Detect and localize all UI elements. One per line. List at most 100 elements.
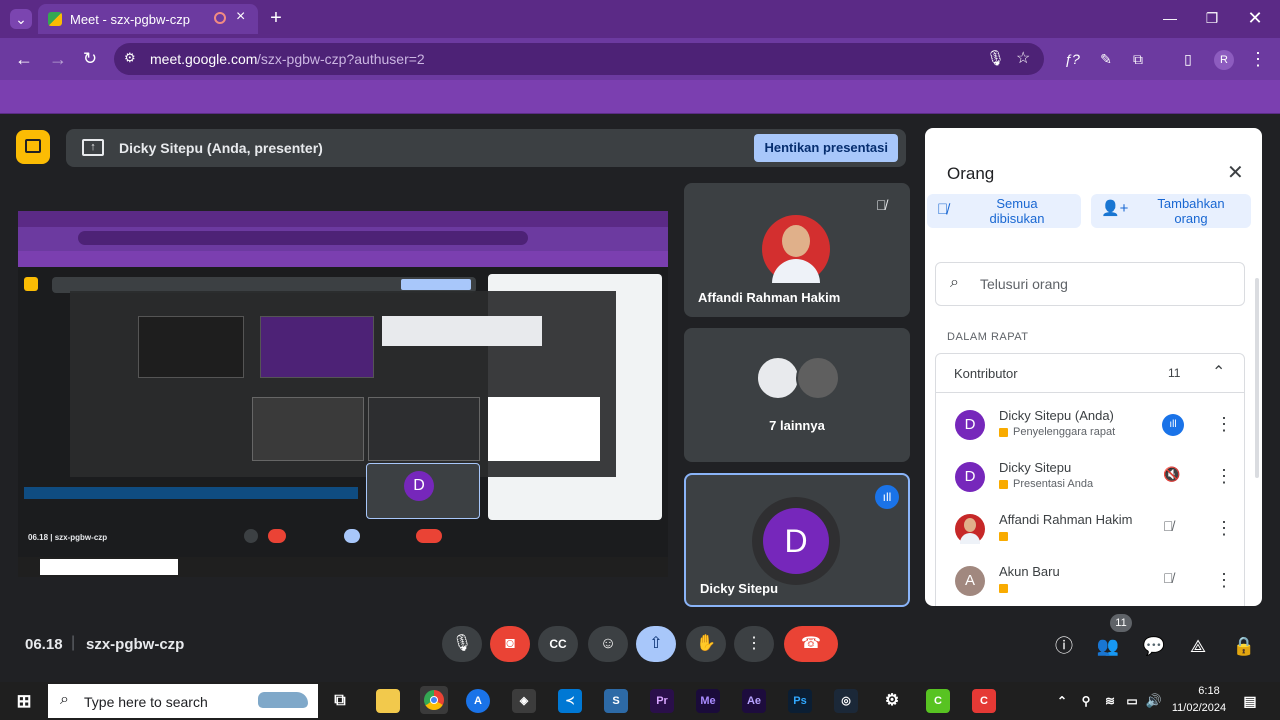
participant-role: Penyelenggara rapat [1013, 426, 1116, 438]
file-explorer-icon[interactable] [376, 689, 400, 713]
presenter-label: Dicky Sitepu (Anda, presenter) [119, 140, 323, 156]
minimize-icon[interactable]: — [1160, 8, 1180, 28]
meeting-time: 06.18 [25, 636, 63, 653]
captions-icon: CC [549, 637, 567, 651]
app-a-icon[interactable]: A [466, 689, 490, 713]
microphone-icon[interactable]: 🎙 [986, 49, 1005, 67]
settings-gear-icon[interactable]: ⚙ [880, 689, 904, 713]
participant-tile-affandi[interactable]: 🎙̸ Affandi Rahman Hakim [684, 183, 910, 317]
photoshop-icon[interactable]: Ps [788, 689, 812, 713]
eyedropper-icon[interactable]: ✎ [1096, 49, 1116, 69]
steam-icon[interactable]: ◎ [834, 689, 858, 713]
media-encoder-icon[interactable]: Me [696, 689, 720, 713]
reload-icon[interactable]: ↻ [80, 49, 100, 69]
mute-all-label: Semua dibisukan [989, 196, 1045, 226]
others-tile[interactable]: 7 lainnya [684, 328, 910, 462]
more-vert-icon: ⋮ [746, 635, 762, 652]
collapse-chevron-icon[interactable]: ⌃ [1212, 362, 1225, 382]
present-button[interactable]: ⇧ [636, 626, 676, 662]
more-options-icon[interactable]: ⋮ [1215, 518, 1233, 538]
battery-icon[interactable]: ▭ [1120, 689, 1144, 713]
camtasia-red-icon[interactable]: C [972, 689, 996, 713]
participant-row[interactable]: A Akun Baru 🎙̸ ⋮ [935, 558, 1235, 606]
network-icon[interactable]: ⚲ [1074, 689, 1098, 713]
participant-avatar: A [955, 566, 985, 596]
browser-tab[interactable]: Meet - szx-pgbw-czp × [38, 4, 258, 34]
bookmark-star-icon[interactable]: ☆ [1016, 48, 1030, 68]
present-screen-icon: ↑ [82, 139, 104, 156]
present-screen-icon: ⇧ [649, 635, 663, 652]
add-people-button[interactable]: 👤+ Tambahkan orang [1091, 194, 1251, 228]
taskbar-search-placeholder: Type here to search [84, 694, 208, 710]
after-effects-icon[interactable]: Ae [742, 689, 766, 713]
host-badge-icon [999, 428, 1008, 437]
restore-icon[interactable]: ❐ [1202, 8, 1222, 28]
premiere-icon[interactable]: Pr [650, 689, 674, 713]
more-options-icon[interactable]: ⋮ [1215, 466, 1233, 486]
participant-name: Dicky Sitepu [700, 581, 779, 596]
vscode-icon[interactable]: ≺ [558, 689, 582, 713]
presentation-badge-icon [16, 130, 50, 164]
screen-share-view: D 06.18 | szx-pgbw-czp [18, 211, 668, 577]
participant-row[interactable]: Affandi Rahman Hakim 🎙̸ ⋮ [935, 506, 1235, 554]
panel-scrollbar[interactable] [1255, 278, 1259, 478]
site-info-icon[interactable]: ⚙ [124, 50, 136, 66]
meet-favicon-icon [48, 12, 62, 26]
camtasia-green-icon[interactable]: C [926, 689, 950, 713]
people-icon[interactable]: 👥 [1094, 632, 1122, 660]
tab-search-chevron-icon[interactable]: ⌄ [10, 9, 32, 29]
stop-presenting-button[interactable]: Hentikan presentasi [754, 134, 898, 162]
mute-all-button[interactable]: 🎙̸ Semua dibisukan [927, 194, 1081, 228]
volume-icon[interactable]: 🔊 [1142, 689, 1166, 713]
camera-button[interactable]: ◙ [490, 626, 530, 662]
group-count: 11 [1168, 366, 1181, 380]
tray-chevron-icon[interactable]: ⌃ [1050, 689, 1074, 713]
address-bar[interactable]: ⚙ meet.google.com /szx-pgbw-czp?authuser… [114, 43, 1044, 75]
wifi-icon[interactable]: ≋ [1098, 689, 1122, 713]
end-call-icon: ☎ [801, 635, 821, 652]
host-controls-icon[interactable]: 🔒 [1230, 632, 1258, 660]
notifications-icon[interactable]: ▤ [1238, 689, 1262, 713]
window-close-icon[interactable]: ✕ [1245, 8, 1265, 28]
side-panel-icon[interactable]: ▯ [1178, 49, 1198, 69]
clock-time[interactable]: 6:18 [1184, 685, 1234, 697]
raise-hand-button[interactable]: ✋ [686, 626, 726, 662]
new-tab-icon[interactable]: + [266, 8, 286, 28]
clock-date[interactable]: 11/02/2024 [1166, 702, 1232, 714]
unity-icon[interactable]: ◈ [512, 689, 536, 713]
profile-avatar[interactable]: R [1214, 50, 1234, 70]
microphone-button[interactable]: 🎙 [442, 626, 482, 662]
tab-close-icon[interactable]: × [236, 8, 245, 26]
participant-role: Presentasi Anda [1013, 478, 1094, 490]
people-search-box[interactable]: ⌕ Telusuri orang [935, 262, 1245, 306]
section-label: DALAM RAPAT [947, 331, 1029, 343]
meeting-info-icon[interactable]: ⓘ [1050, 632, 1078, 660]
participant-row[interactable]: D Dicky Sitepu Presentasi Anda 🔇 ⋮ [935, 454, 1235, 502]
leave-call-button[interactable]: ☎ [784, 626, 838, 662]
taskbar-search-box[interactable]: ⌕ Type here to search [48, 684, 318, 718]
task-view-icon[interactable]: ⧉ [328, 689, 352, 713]
self-tile[interactable]: ıll D Dicky Sitepu [684, 473, 910, 607]
captions-button[interactable]: CC [538, 626, 578, 662]
speaking-indicator-icon: ıll [1162, 414, 1184, 436]
activities-icon[interactable]: ⟁ [1184, 632, 1212, 660]
formula-extension-icon[interactable]: ƒ? [1062, 49, 1082, 69]
more-options-icon[interactable]: ⋮ [1215, 570, 1233, 590]
windows-start-icon[interactable]: ⊞ [12, 689, 36, 713]
reactions-button[interactable]: ☺ [588, 626, 628, 662]
app-s-icon[interactable]: S [604, 689, 628, 713]
forward-icon[interactable]: → [48, 49, 68, 69]
chrome-icon[interactable] [420, 686, 448, 714]
extensions-icon[interactable]: ⧉ [1128, 49, 1148, 69]
emoji-icon: ☺ [599, 635, 617, 652]
panel-close-icon[interactable]: ✕ [1227, 160, 1244, 185]
participant-row[interactable]: D Dicky Sitepu (Anda) Penyelenggara rapa… [935, 402, 1235, 450]
chat-icon[interactable]: 💬 [1140, 632, 1168, 660]
contributors-group-header[interactable]: Kontributor 11 ⌃ [935, 353, 1245, 393]
back-icon[interactable]: ← [14, 49, 34, 69]
browser-menu-icon[interactable]: ⋮ [1248, 49, 1268, 69]
search-icon: ⌕ [60, 691, 69, 708]
more-options-button[interactable]: ⋮ [734, 626, 774, 662]
hand-icon: ✋ [696, 635, 716, 652]
more-options-icon[interactable]: ⋮ [1215, 414, 1233, 434]
